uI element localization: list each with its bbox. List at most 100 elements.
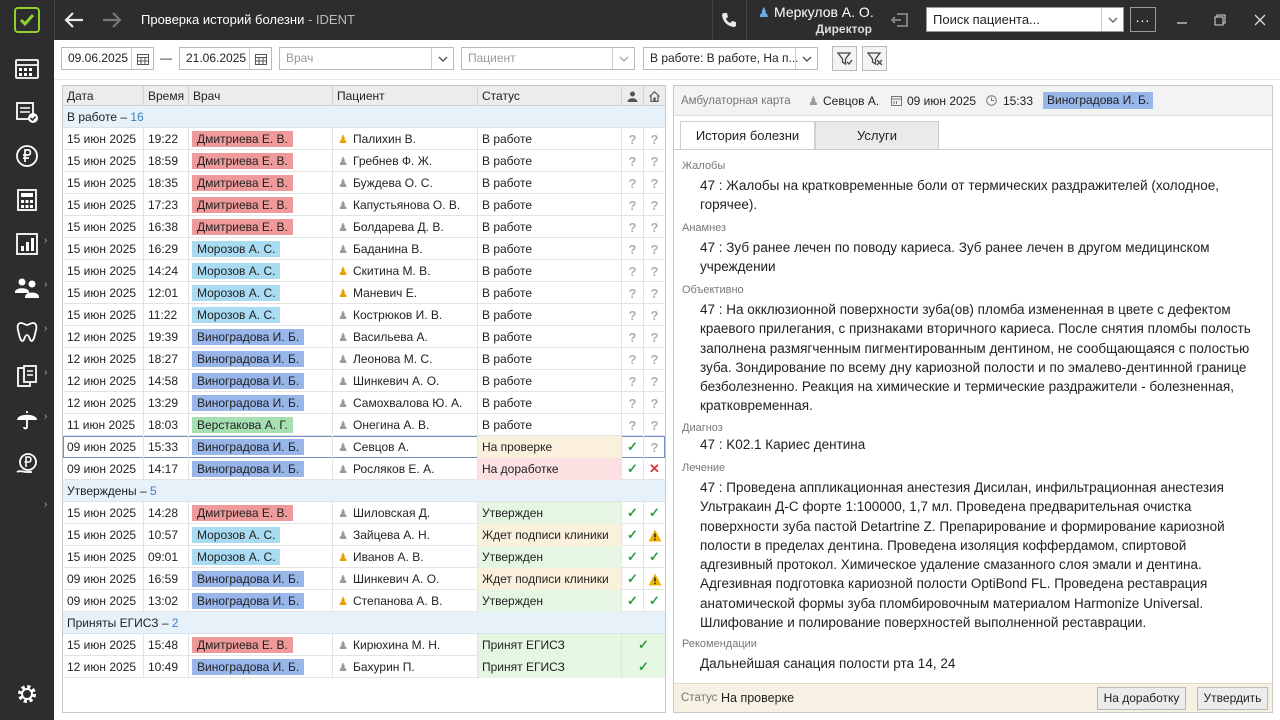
user-block[interactable]: ♟ Меркулов А. О. Директор: [756, 3, 874, 37]
row-patient-cell: ♟ Кострюков И. В.: [333, 304, 478, 326]
group-count: 16: [130, 110, 144, 124]
sidebar-item-reports[interactable]: [8, 226, 46, 262]
table-row[interactable]: 09 июн 2025 15:33 Виноградова И. Б. ♟ Севцов…: [63, 436, 665, 458]
row-time: 13:02: [144, 590, 189, 612]
close-icon[interactable]: [1250, 10, 1270, 30]
chevron-down-icon[interactable]: [431, 48, 453, 69]
doctor-sign-cell: ✓: [622, 524, 644, 546]
sidebar-item-settings[interactable]: [8, 676, 46, 712]
table-row[interactable]: 15 июн 2025 19:22 Дмитриева Е. В. ♟ Палихин …: [63, 128, 665, 150]
table-row[interactable]: 11 июн 2025 18:03 Верстакова А. Г. ♟ Онегина…: [63, 414, 665, 436]
table-row[interactable]: 15 июн 2025 12:01 Морозов А. С. ♟ Маневич Е.…: [63, 282, 665, 304]
minimize-icon[interactable]: [1172, 10, 1192, 30]
sidebar-item-payments[interactable]: [8, 446, 46, 482]
patient-search-input[interactable]: Поиск пациента...: [933, 12, 1040, 27]
doctor-filter[interactable]: Врач: [279, 47, 454, 70]
sidebar-item-tasks[interactable]: [8, 94, 46, 130]
payments-icon: [16, 453, 37, 473]
row-date: 15 июн 2025: [63, 194, 144, 216]
sidebar-item-documents[interactable]: [8, 358, 46, 394]
table-row[interactable]: 15 июн 2025 11:22 Морозов А. С. ♟ Кострюков …: [63, 304, 665, 326]
table-row[interactable]: 15 июн 2025 10:57 Морозов А. С. ♟ Зайцева А.…: [63, 524, 665, 546]
group-header[interactable]: Приняты ЕГИСЗ – 2: [63, 612, 665, 634]
table-row[interactable]: 09 июн 2025 13:02 Виноградова И. Б. ♟ Степан…: [63, 590, 665, 612]
column-status[interactable]: Статус: [478, 86, 622, 106]
table-row[interactable]: 15 июн 2025 18:35 Дмитриева Е. В. ♟ Буждева …: [63, 172, 665, 194]
unknown-icon: ?: [650, 417, 659, 433]
column-doctor-sign[interactable]: [622, 86, 644, 106]
more-button[interactable]: ...: [1130, 7, 1156, 32]
approve-button[interactable]: Утвердить: [1197, 687, 1268, 710]
row-date: 09 июн 2025: [63, 436, 144, 458]
date-from-field[interactable]: 09.06.2025: [61, 47, 154, 70]
table-row[interactable]: 15 июн 2025 18:59 Дмитриева Е. В. ♟ Гребнев …: [63, 150, 665, 172]
row-patient-cell: ♟ Самохвалова Ю. А.: [333, 392, 478, 414]
calendar-icon[interactable]: [131, 48, 153, 69]
chevron-down-icon[interactable]: [612, 48, 634, 69]
clear-filter-button[interactable]: [862, 46, 887, 71]
table-row[interactable]: 12 июн 2025 14:58 Виноградова И. Б. ♟ Шинкев…: [63, 370, 665, 392]
column-date[interactable]: Дата: [63, 86, 144, 106]
table-row[interactable]: 15 июн 2025 17:23 Дмитриева Е. В. ♟ Капустья…: [63, 194, 665, 216]
unknown-icon: ?: [650, 373, 659, 389]
patient-filter[interactable]: Пациент: [461, 47, 635, 70]
table-row[interactable]: 12 июн 2025 13:29 Виноградова И. Б. ♟ Самохв…: [63, 392, 665, 414]
unknown-icon: ?: [628, 417, 637, 433]
chevron-right-icon: ›: [44, 499, 48, 510]
sidebar-item-finance[interactable]: [8, 138, 46, 174]
patient-icon: ♟: [338, 310, 348, 322]
send-to-rework-button[interactable]: На доработку: [1097, 687, 1186, 710]
row-patient-cell: ♟ Гребнев Ф. Ж.: [333, 150, 478, 172]
phone-icon[interactable]: [718, 9, 740, 31]
column-patient[interactable]: Пациент: [333, 86, 478, 106]
table-row[interactable]: 12 июн 2025 18:27 Виноградова И. Б. ♟ Леонов…: [63, 348, 665, 370]
chevron-down-icon[interactable]: [795, 48, 817, 69]
table-row[interactable]: 15 июн 2025 16:29 Морозов А. С. ♟ Баданина В…: [63, 238, 665, 260]
group-header[interactable]: Утверждены – 5: [63, 480, 665, 502]
row-time: 14:58: [144, 370, 189, 392]
tab-services[interactable]: Услуги: [815, 121, 939, 150]
sidebar-item-calculator[interactable]: [8, 182, 46, 218]
app-logo[interactable]: [14, 7, 40, 33]
table-row[interactable]: 09 июн 2025 14:17 Виноградова И. Б. ♟ Росляк…: [63, 458, 665, 480]
table-row[interactable]: 15 июн 2025 14:28 Дмитриева Е. В. ♟ Шиловска…: [63, 502, 665, 524]
apply-filter-button[interactable]: [832, 46, 857, 71]
window-title-wrap: Проверка историй болезни - IDENT: [141, 12, 355, 27]
row-date: 12 июн 2025: [63, 656, 144, 678]
clinic-sign-cell: ?: [644, 128, 665, 150]
table-row[interactable]: 15 июн 2025 15:48 Дмитриева Е. В. ♟ Кирюхина…: [63, 634, 665, 656]
back-arrow-icon[interactable]: [62, 8, 86, 32]
row-date: 12 июн 2025: [63, 392, 144, 414]
clinic-sign-cell: ?: [644, 392, 665, 414]
row-doctor-cell: Дмитриева Е. В.: [189, 150, 333, 172]
sidebar-item-patients[interactable]: [8, 270, 46, 306]
restore-icon[interactable]: [1210, 10, 1230, 30]
calendar-icon[interactable]: [249, 48, 271, 69]
table-row[interactable]: 09 июн 2025 16:59 Виноградова И. Б. ♟ Шинкев…: [63, 568, 665, 590]
table-row[interactable]: 12 июн 2025 10:49 Виноградова И. Б. ♟ Бахури…: [63, 656, 665, 678]
row-status: В работе: [478, 348, 622, 370]
tab-history[interactable]: История болезни: [680, 121, 815, 150]
status-filter[interactable]: В работе: В работе, На п...: [643, 47, 818, 70]
sidebar-item-dental[interactable]: [8, 314, 46, 350]
logout-icon[interactable]: [888, 8, 912, 32]
column-time[interactable]: Время: [144, 86, 189, 106]
forward-arrow-icon[interactable]: [100, 8, 124, 32]
patients-icon: [15, 278, 39, 298]
group-header[interactable]: В работе – 16: [63, 106, 665, 128]
chevron-down-icon[interactable]: [1101, 8, 1123, 31]
sidebar-item-schedule[interactable]: [8, 50, 46, 86]
column-clinic-sign[interactable]: [644, 86, 665, 106]
date-to-field[interactable]: 21.06.2025: [179, 47, 272, 70]
patient-icon: ♟: [338, 574, 348, 586]
column-doctor[interactable]: Врач: [189, 86, 333, 106]
table-row[interactable]: 15 июн 2025 16:38 Дмитриева Е. В. ♟ Болдарев…: [63, 216, 665, 238]
patient-search[interactable]: Поиск пациента...: [926, 7, 1124, 32]
table-row[interactable]: 12 июн 2025 19:39 Виноградова И. Б. ♟ Василь…: [63, 326, 665, 348]
doctor-badge: Дмитриева Е. В.: [192, 131, 293, 147]
row-patient: Онегина А. В.: [353, 418, 430, 432]
row-doctor-cell: Виноградова И. Б.: [189, 392, 333, 414]
sidebar-item-insurance[interactable]: [8, 402, 46, 438]
table-row[interactable]: 15 июн 2025 09:01 Морозов А. С. ♟ Иванов А. …: [63, 546, 665, 568]
table-row[interactable]: 15 июн 2025 14:24 Морозов А. С. ♟ Скитина М.…: [63, 260, 665, 282]
